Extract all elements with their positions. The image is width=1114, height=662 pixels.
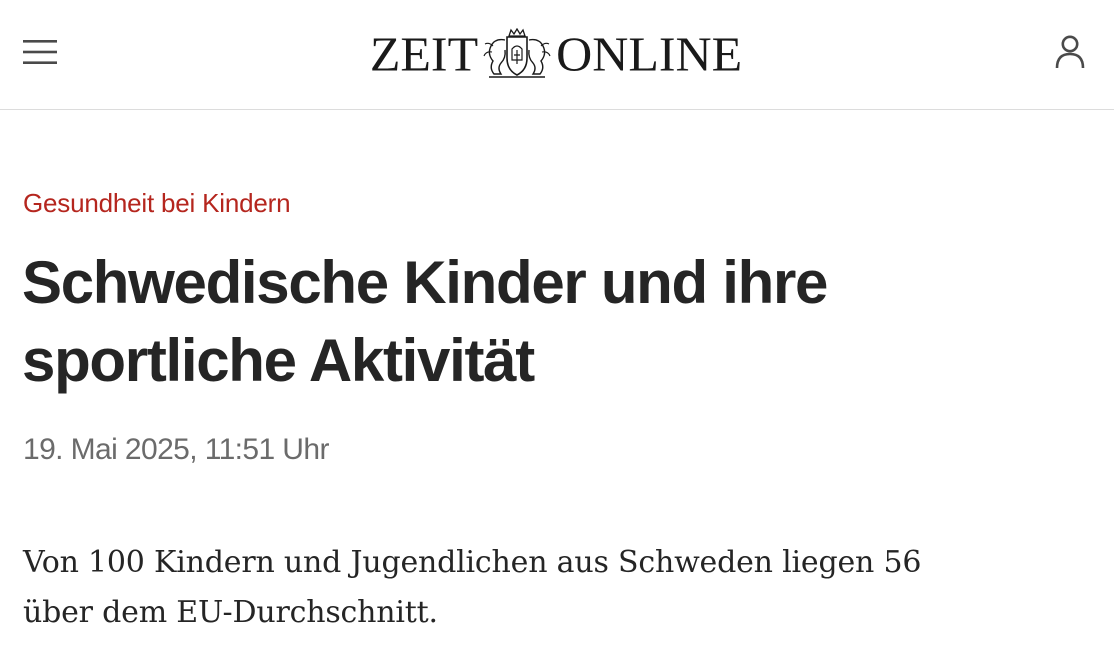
logo-word-zeit: ZEIT bbox=[369, 26, 479, 82]
account-button[interactable] bbox=[1048, 30, 1092, 74]
article-kicker[interactable]: Gesundheit bei Kindern bbox=[23, 186, 1083, 220]
headline-line-2: sportliche Aktivität bbox=[22, 327, 535, 394]
summary-line-1: Von 100 Kindern und Jugendlichen aus Sch… bbox=[23, 545, 922, 580]
menu-button[interactable] bbox=[18, 30, 62, 74]
summary-line-2: über dem EU-Durchschnitt. bbox=[23, 595, 438, 630]
headline-line-1: Schwedische Kinder und ihre bbox=[22, 249, 828, 316]
site-header: ZEIT ONLINE bbox=[0, 0, 1114, 110]
hamburger-menu-icon bbox=[23, 40, 57, 64]
article-summary: Von 100 Kindern und Jugendlichen aus Sch… bbox=[23, 538, 1083, 638]
article: Gesundheit bei Kindern Schwedische Kinde… bbox=[22, 186, 1083, 638]
logo-word-online: ONLINE bbox=[556, 26, 743, 82]
zeit-online-logo[interactable]: ZEIT ONLINE bbox=[346, 28, 766, 80]
user-account-icon bbox=[1055, 35, 1085, 69]
article-headline: Schwedische Kinder und ihre sportliche A… bbox=[22, 244, 1083, 400]
article-dateline: 19. Mai 2025, 11:51 Uhr bbox=[23, 433, 329, 466]
crest-icon bbox=[483, 28, 551, 78]
